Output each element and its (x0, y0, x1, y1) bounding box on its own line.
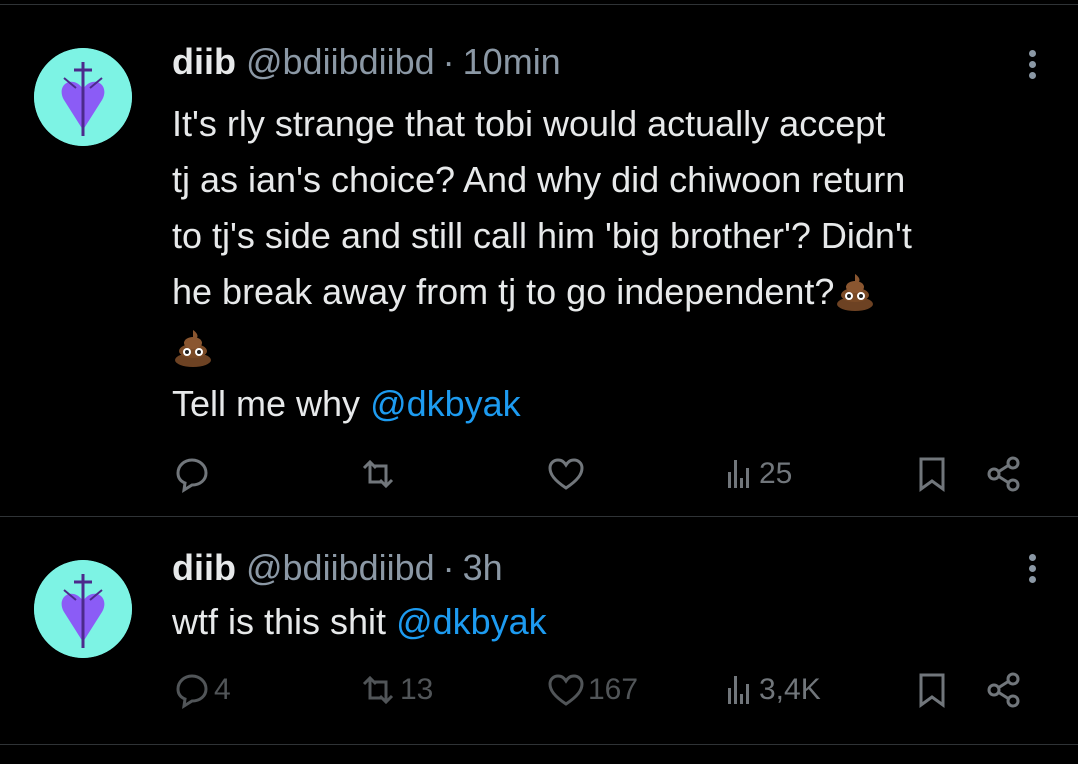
repost-button[interactable] (358, 452, 400, 496)
display-name[interactable]: diib (172, 547, 236, 588)
bookmark-icon (919, 457, 945, 492)
divider (0, 744, 1078, 745)
repost-icon (362, 459, 394, 489)
tweet[interactable]: diib @bdiibdiibd · 3h wtf is this shit @dkb… (0, 518, 1078, 744)
repost-icon (362, 675, 394, 705)
timestamp[interactable]: 10min (463, 41, 561, 82)
like-icon (548, 458, 584, 490)
view-count: 25 (759, 457, 793, 490)
mention-link[interactable]: @dkbyak (396, 601, 547, 642)
display-name[interactable]: diib (172, 41, 236, 82)
repost-count: 13 (400, 673, 434, 706)
reply-button[interactable]: 4 (172, 668, 231, 712)
user-handle[interactable]: @bdiibdiibd (246, 547, 435, 588)
bookmark-icon (919, 673, 945, 708)
separator-dot: · (442, 547, 455, 588)
reply-button[interactable] (172, 452, 214, 496)
tweet-line: It's rly strange that tobi would actuall… (172, 103, 886, 144)
timeline-feed: diib @bdiibdiibd · 10min It's rly strange t… (0, 0, 1078, 764)
share-icon (987, 456, 1020, 492)
tweet[interactable]: diib @bdiibdiibd · 10min It's rly strange t… (0, 6, 1078, 516)
like-button[interactable] (546, 452, 588, 496)
repost-button[interactable]: 13 (358, 668, 433, 712)
timestamp[interactable]: 3h (463, 547, 503, 588)
bookmark-button[interactable] (912, 452, 952, 496)
avatar[interactable] (34, 560, 132, 658)
pile-of-poo-emoji (175, 330, 211, 367)
tweet-actions: 4 13 167 3,4K (172, 668, 1032, 712)
mention-link[interactable]: @dkbyak (370, 383, 521, 424)
views-icon (728, 460, 749, 488)
tweet-closing-line: Tell me why @dkbyak (172, 376, 1052, 432)
share-button[interactable] (984, 452, 1024, 496)
like-button[interactable]: 167 (546, 668, 638, 712)
tweet-line: wtf is this shit (172, 601, 397, 642)
bookmark-button[interactable] (912, 668, 952, 712)
pile-of-poo-emoji (837, 274, 874, 311)
tweet-text: It's rly strange that tobi would actuall… (172, 96, 1052, 432)
reply-icon (176, 458, 208, 493)
reply-count: 4 (214, 673, 231, 706)
more-options-icon[interactable] (1026, 554, 1038, 590)
avatar[interactable] (34, 48, 132, 146)
tweet-line: tj as ian's choice? And why did chiwoon … (172, 159, 906, 200)
tweet-header: diib @bdiibdiibd · 3h (172, 546, 503, 590)
top-divider (0, 4, 1078, 5)
reply-icon (176, 674, 208, 709)
tweet-actions: 25 (172, 452, 1032, 496)
views-button[interactable]: 25 (728, 452, 792, 496)
like-icon (548, 674, 584, 706)
like-count: 167 (588, 673, 639, 706)
tweet-line: he break away from tj to go independent? (172, 271, 835, 312)
tweet-header: diib @bdiibdiibd · 10min (172, 40, 561, 84)
share-button[interactable] (984, 668, 1024, 712)
user-handle[interactable]: @bdiibdiibd (246, 41, 435, 82)
divider (0, 516, 1078, 517)
closing-text: Tell me why (172, 383, 371, 424)
tweet-line-with-emoji: he break away from tj to go independent? (172, 264, 1052, 320)
tweet-line-emoji (172, 320, 1052, 376)
view-count: 3,4K (759, 673, 821, 706)
tweet-line: to tj's side and still call him 'big bro… (172, 215, 912, 256)
separator-dot: · (442, 41, 455, 82)
views-icon (728, 676, 749, 704)
views-button[interactable]: 3,4K (728, 668, 821, 712)
share-icon (987, 672, 1020, 708)
more-options-icon[interactable] (1026, 50, 1038, 86)
tweet-text: wtf is this shit @dkbyak (172, 594, 1052, 650)
